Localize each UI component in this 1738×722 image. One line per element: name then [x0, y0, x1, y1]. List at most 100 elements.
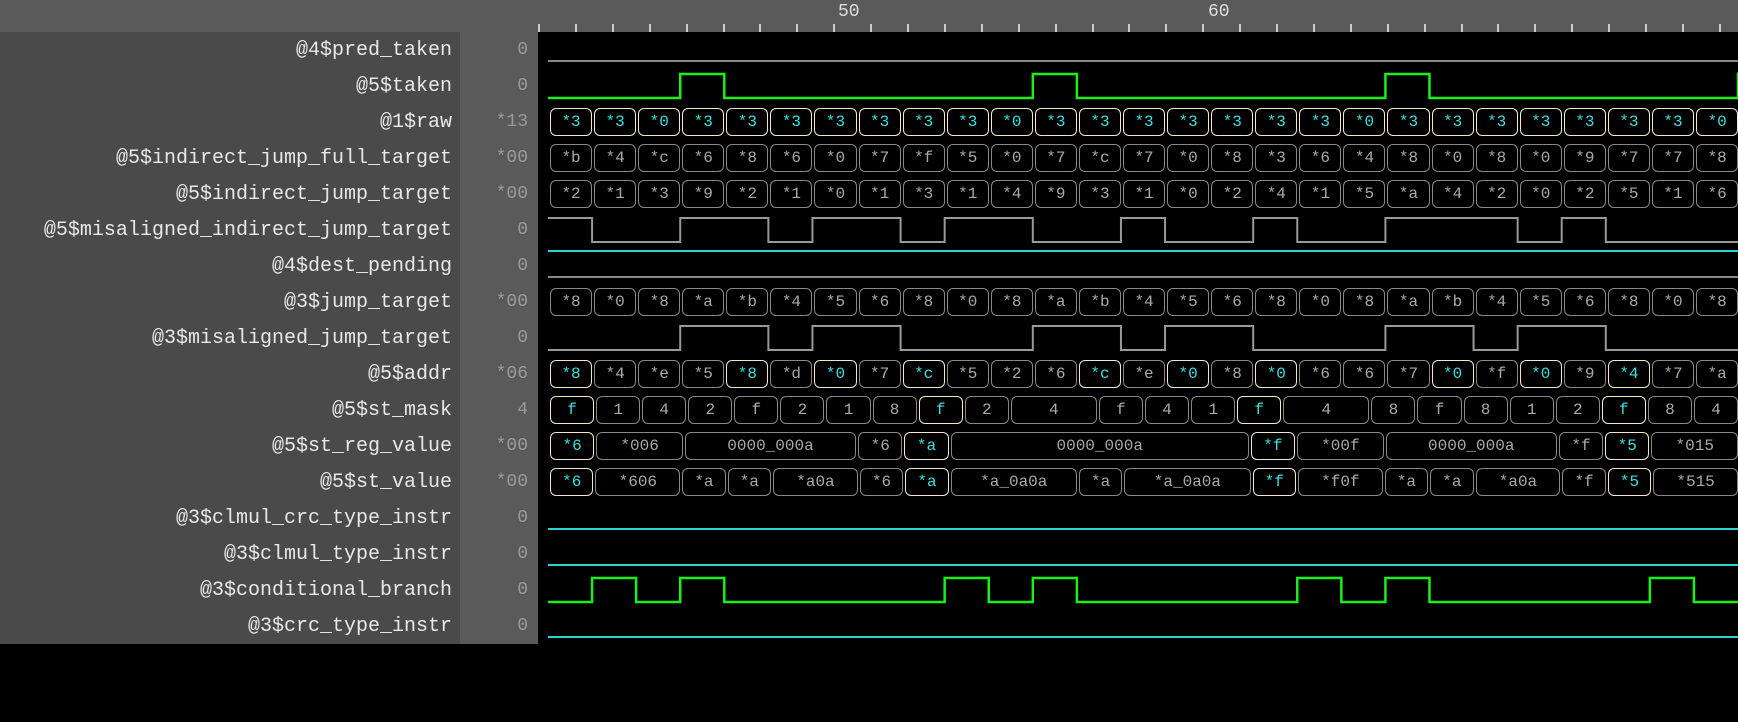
bus-value-cell: *7	[1387, 360, 1429, 388]
signal-row[interactable]: @3$clmul_crc_type_instr0	[0, 500, 1738, 536]
time-ruler: 5060	[0, 0, 1738, 32]
bus-value-cell: 0000_000a	[685, 432, 856, 460]
bus-value-cell: f	[550, 396, 594, 424]
bus-value-cell: *8	[991, 288, 1033, 316]
bus-value-cell: *3	[1652, 108, 1694, 136]
signal-waveform[interactable]: *6*606*a*a*a0a*6*a*a_0a0a*a*a_0a0a*f*f0f…	[538, 464, 1738, 500]
signal-waveform[interactable]: *8*4*e*5*8*d*0*7*c*5*2*6*c*e*0*8*0*6*6*7…	[538, 356, 1738, 392]
signal-row[interactable]: @5$addr*06*8*4*e*5*8*d*0*7*c*5*2*6*c*e*0…	[0, 356, 1738, 392]
bus-value-cell: *b	[1079, 288, 1121, 316]
signal-value: *00	[460, 428, 538, 464]
signal-name[interactable]: @5$indirect_jump_full_target	[0, 140, 460, 176]
signal-name[interactable]: @3$clmul_crc_type_instr	[0, 500, 460, 536]
bus-value-cell: *4	[1123, 288, 1165, 316]
signal-name[interactable]: @5$addr	[0, 356, 460, 392]
signal-row[interactable]: @5$indirect_jump_full_target*00*b*4*c*6*…	[0, 140, 1738, 176]
bus-value-cell: *6	[859, 288, 901, 316]
signal-waveform[interactable]	[538, 248, 1738, 284]
bus-value-cell: *a	[905, 468, 948, 496]
bus-value-cell: *0	[1343, 108, 1385, 136]
signal-row[interactable]: @3$misaligned_jump_target0	[0, 320, 1738, 356]
bus-value-cell: *4	[991, 180, 1033, 208]
bus-value-cell: *7	[1652, 360, 1694, 388]
bus-value-cell: *c	[1079, 144, 1121, 172]
signal-name[interactable]: @3$conditional_branch	[0, 572, 460, 608]
bus-value-cell: *6	[1696, 180, 1738, 208]
bus-value-cell: *1	[594, 180, 636, 208]
signal-row[interactable]: @3$crc_type_instr0	[0, 608, 1738, 644]
signal-row[interactable]: @3$clmul_type_instr0	[0, 536, 1738, 572]
signal-waveform[interactable]	[538, 572, 1738, 608]
signal-row[interactable]: @5$st_mask4f142f218f24f41f48f812f84	[0, 392, 1738, 428]
bus-value-cell: *6	[1343, 360, 1385, 388]
bus-value-cell: *4	[594, 360, 636, 388]
signal-waveform[interactable]: *2*1*3*9*2*1*0*1*3*1*4*9*3*1*0*2*4*1*5*a…	[538, 176, 1738, 212]
signal-name[interactable]: @5$st_mask	[0, 392, 460, 428]
bus-value-cell: *5	[682, 360, 724, 388]
signal-name[interactable]: @5$misaligned_indirect_jump_target	[0, 212, 460, 248]
signal-name[interactable]: @5$indirect_jump_target	[0, 176, 460, 212]
bus-value-cell: *6	[1211, 288, 1253, 316]
signal-row[interactable]: @5$misaligned_indirect_jump_target0	[0, 212, 1738, 248]
signal-name[interactable]: @3$jump_target	[0, 284, 460, 320]
signal-waveform[interactable]	[538, 68, 1738, 104]
bus-value-cell: *a	[1387, 288, 1429, 316]
bus-value-cell: *515	[1653, 468, 1738, 496]
signal-waveform[interactable]	[538, 500, 1738, 536]
signal-waveform[interactable]	[538, 608, 1738, 644]
signal-waveform[interactable]	[538, 212, 1738, 248]
signal-name[interactable]: @4$pred_taken	[0, 32, 460, 68]
signal-row[interactable]: @5$st_reg_value*00*6*0060000_000a*6*a000…	[0, 428, 1738, 464]
bus-value-cell: *3	[1299, 108, 1341, 136]
bus-value-cell: *0	[814, 360, 856, 388]
bus-value-cell: *3	[1123, 108, 1165, 136]
signal-waveform[interactable]: *3*3*0*3*3*3*3*3*3*3*0*3*3*3*3*3*3*3*0*3…	[538, 104, 1738, 140]
bus-value-cell: *6	[1564, 288, 1606, 316]
signal-row[interactable]: @4$dest_pending0	[0, 248, 1738, 284]
bus-value-cell: *a	[728, 468, 771, 496]
signal-row[interactable]: @4$pred_taken0	[0, 32, 1738, 68]
signal-name[interactable]: @5$st_value	[0, 464, 460, 500]
signal-waveform[interactable]: *b*4*c*6*8*6*0*7*f*5*0*7*c*7*0*8*3*6*4*8…	[538, 140, 1738, 176]
bus-value-cell: *8	[726, 144, 768, 172]
signal-value: *00	[460, 464, 538, 500]
bus-value-cell: *8	[726, 360, 768, 388]
bus-value-cell: *5	[947, 360, 989, 388]
signal-row[interactable]: @5$st_value*00*6*606*a*a*a0a*6*a*a_0a0a*…	[0, 464, 1738, 500]
bus-value-cell: *7	[859, 360, 901, 388]
signal-name[interactable]: @3$clmul_type_instr	[0, 536, 460, 572]
signal-waveform[interactable]: f142f218f24f41f48f812f84	[538, 392, 1738, 428]
signal-row[interactable]: @5$indirect_jump_target*00*2*1*3*9*2*1*0…	[0, 176, 1738, 212]
signal-waveform[interactable]	[538, 32, 1738, 68]
bus-value-cell: *3	[726, 108, 768, 136]
signal-waveform[interactable]	[538, 536, 1738, 572]
signal-waveform[interactable]: *8*0*8*a*b*4*5*6*8*0*8*a*b*4*5*6*8*0*8*a…	[538, 284, 1738, 320]
signal-name[interactable]: @5$taken	[0, 68, 460, 104]
bus-value-cell: *6	[1299, 360, 1341, 388]
bus-value-cell: *006	[596, 432, 683, 460]
bus-value-cell: 2	[688, 396, 732, 424]
bus-value-cell: *4	[1255, 180, 1297, 208]
bus-value-cell: 8	[873, 396, 917, 424]
bus-value-cell: *0	[991, 144, 1033, 172]
bus-value-cell: *4	[594, 144, 636, 172]
bus-value-cell: *1	[770, 180, 812, 208]
bus-value-cell: *b	[1432, 288, 1474, 316]
bus-value-cell: f	[1237, 396, 1281, 424]
signal-row[interactable]: @1$raw*13*3*3*0*3*3*3*3*3*3*3*0*3*3*3*3*…	[0, 104, 1738, 140]
bus-value-cell: 1	[1510, 396, 1554, 424]
signal-name[interactable]: @3$misaligned_jump_target	[0, 320, 460, 356]
signal-value: 0	[460, 68, 538, 104]
signal-waveform[interactable]: *6*0060000_000a*6*a0000_000a*f*00f0000_0…	[538, 428, 1738, 464]
signal-row[interactable]: @5$taken0	[0, 68, 1738, 104]
signal-row[interactable]: @3$jump_target*00*8*0*8*a*b*4*5*6*8*0*8*…	[0, 284, 1738, 320]
signal-waveform[interactable]	[538, 320, 1738, 356]
bus-value-cell: *0	[991, 108, 1033, 136]
signal-name[interactable]: @3$crc_type_instr	[0, 608, 460, 644]
bus-value-cell: *3	[1255, 108, 1297, 136]
signal-row[interactable]: @3$conditional_branch0	[0, 572, 1738, 608]
signal-name[interactable]: @4$dest_pending	[0, 248, 460, 284]
bus-value-cell: *7	[1123, 144, 1165, 172]
signal-name[interactable]: @5$st_reg_value	[0, 428, 460, 464]
signal-name[interactable]: @1$raw	[0, 104, 460, 140]
